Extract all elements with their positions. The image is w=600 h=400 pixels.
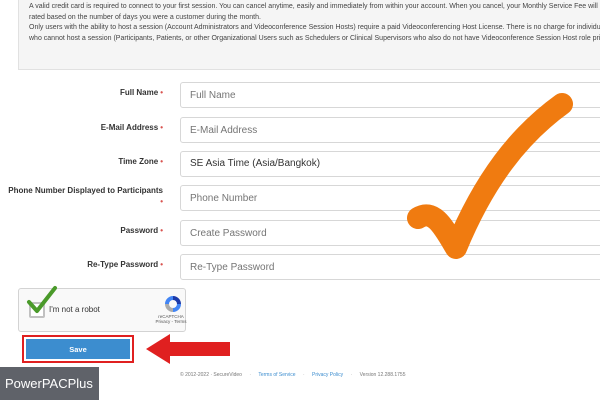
notice-line: A valid credit card is required to conne…: [29, 3, 598, 10]
required-marker: •: [160, 157, 163, 166]
required-marker: •: [160, 88, 163, 97]
footer-separator: ·: [302, 372, 305, 378]
notice-line: who cannot host a session (Participants,…: [29, 34, 600, 42]
footer-separator: ·: [249, 372, 252, 378]
copyright-text: © 2012-2022 · SecureVideo: [180, 372, 242, 378]
time-zone-value: SE Asia Time (Asia/Bangkok): [190, 158, 321, 169]
required-marker: •: [160, 123, 163, 132]
red-arrow-icon: [146, 334, 230, 364]
watermark-label: PowerPACPlus: [0, 367, 99, 400]
required-marker: •: [160, 260, 163, 269]
retype-password-label: Re-Type Password •: [87, 260, 163, 269]
recaptcha-widget: I'm not a robot reCAPTCHA Privacy - Term…: [18, 286, 186, 332]
privacy-link[interactable]: Privacy Policy: [312, 372, 343, 378]
save-button[interactable]: Save: [26, 339, 130, 359]
recaptcha-label: I'm not a robot: [49, 305, 100, 314]
email-label: E-Mail Address •: [100, 123, 163, 132]
footer: © 2012-2022 · SecureVideo · Terms of Ser…: [180, 372, 480, 378]
terms-link[interactable]: Terms of Service: [258, 372, 295, 378]
required-marker: •: [160, 197, 163, 206]
time-zone-label: Time Zone •: [118, 157, 163, 166]
orange-checkmark-icon: [407, 93, 573, 259]
footer-separator: ·: [350, 372, 353, 378]
version-text: Version 12.288.1755: [359, 372, 406, 378]
required-marker: •: [160, 226, 163, 235]
service-notice: A valid credit card is required to conne…: [18, 0, 600, 70]
notice-line: Only users with the ability to host a se…: [29, 24, 600, 32]
password-label: Password •: [120, 226, 163, 235]
recaptcha-logo-icon: [165, 296, 181, 312]
phone-label: Phone Number Displayed to Participants •: [8, 186, 163, 206]
notice-line: rated based on the number of days you we…: [29, 13, 261, 21]
full-name-label: Full Name •: [119, 88, 163, 97]
recaptcha-links[interactable]: Privacy - Terms: [151, 319, 191, 324]
recaptcha-branding: reCAPTCHA Privacy - Terms: [151, 314, 191, 324]
save-button-highlight: Save: [22, 335, 134, 363]
